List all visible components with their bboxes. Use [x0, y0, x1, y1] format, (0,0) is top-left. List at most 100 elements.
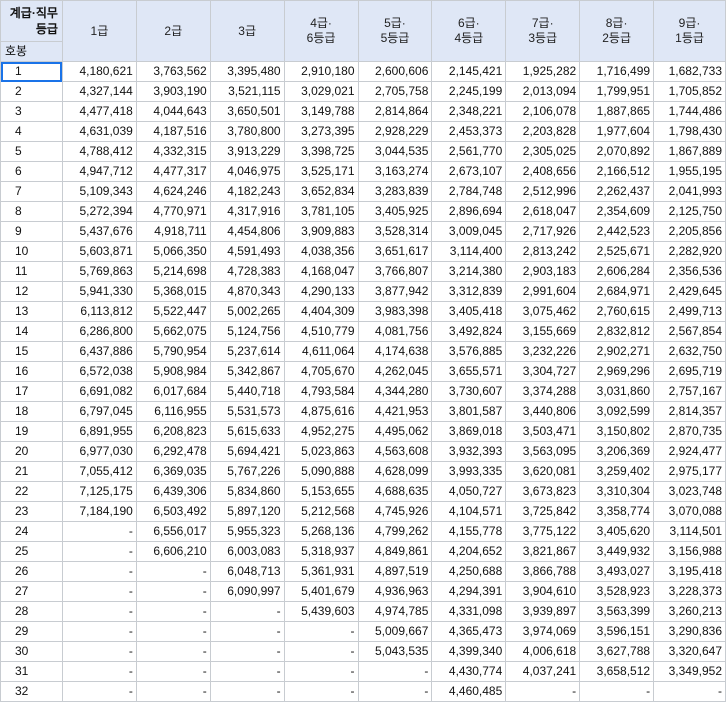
salary-cell[interactable]: 3,009,045	[431, 221, 507, 242]
salary-cell[interactable]: 2,106,078	[505, 101, 581, 122]
step-cell[interactable]: 24	[0, 521, 63, 542]
salary-cell[interactable]: 5,090,888	[283, 461, 359, 482]
column-header[interactable]: 7급· 3등급	[505, 0, 581, 62]
salary-cell[interactable]: 4,454,806	[209, 221, 285, 242]
salary-cell[interactable]: 4,745,926	[357, 501, 433, 522]
salary-cell[interactable]: 7,125,175	[61, 481, 137, 502]
salary-cell[interactable]: 2,684,971	[579, 281, 655, 302]
salary-cell[interactable]: 3,869,018	[431, 421, 507, 442]
salary-cell[interactable]: 6,017,684	[135, 381, 211, 402]
step-cell[interactable]: 17	[0, 381, 63, 402]
salary-cell[interactable]: -	[61, 661, 137, 682]
salary-cell[interactable]: 4,510,779	[283, 321, 359, 342]
salary-cell[interactable]: 2,705,758	[357, 81, 433, 102]
salary-cell[interactable]: 5,694,421	[209, 441, 285, 462]
salary-cell[interactable]: 4,050,727	[431, 481, 507, 502]
salary-cell[interactable]: 2,814,357	[653, 401, 726, 422]
step-cell[interactable]: 21	[0, 461, 63, 482]
salary-cell[interactable]: -	[209, 601, 285, 622]
salary-cell[interactable]: 5,440,718	[209, 381, 285, 402]
salary-cell[interactable]: 4,182,243	[209, 181, 285, 202]
salary-cell[interactable]: 5,342,867	[209, 361, 285, 382]
step-cell[interactable]: 12	[0, 281, 63, 302]
salary-cell[interactable]: 2,013,094	[505, 81, 581, 102]
salary-cell[interactable]: 2,928,229	[357, 121, 433, 142]
salary-cell[interactable]: 6,556,017	[135, 521, 211, 542]
salary-cell[interactable]: 3,763,562	[135, 61, 211, 82]
salary-cell[interactable]: 4,262,045	[357, 361, 433, 382]
salary-cell[interactable]: 4,793,584	[283, 381, 359, 402]
salary-cell[interactable]: 5,439,603	[283, 601, 359, 622]
salary-cell[interactable]: 2,606,284	[579, 261, 655, 282]
salary-cell[interactable]: 2,896,694	[431, 201, 507, 222]
step-cell[interactable]: 22	[0, 481, 63, 502]
salary-cell[interactable]: 4,046,975	[209, 161, 285, 182]
salary-cell[interactable]: -	[357, 661, 433, 682]
salary-cell[interactable]: 2,814,864	[357, 101, 433, 122]
salary-cell[interactable]: 4,849,861	[357, 541, 433, 562]
salary-cell[interactable]: 2,561,770	[431, 141, 507, 162]
salary-cell[interactable]: 3,273,395	[283, 121, 359, 142]
salary-cell[interactable]: 2,757,167	[653, 381, 726, 402]
salary-cell[interactable]: 4,290,133	[283, 281, 359, 302]
step-cell[interactable]: 8	[0, 201, 63, 222]
salary-cell[interactable]: 1,887,865	[579, 101, 655, 122]
salary-cell[interactable]: 3,983,398	[357, 301, 433, 322]
salary-cell[interactable]: 5,955,323	[209, 521, 285, 542]
salary-cell[interactable]: 4,038,356	[283, 241, 359, 262]
salary-cell[interactable]: 2,354,609	[579, 201, 655, 222]
salary-cell[interactable]: 3,029,021	[283, 81, 359, 102]
salary-cell[interactable]: 3,214,380	[431, 261, 507, 282]
salary-cell[interactable]: 3,652,834	[283, 181, 359, 202]
salary-cell[interactable]: 6,439,306	[135, 481, 211, 502]
salary-cell[interactable]: 3,993,335	[431, 461, 507, 482]
salary-cell[interactable]: 5,941,330	[61, 281, 137, 302]
salary-cell[interactable]: -	[505, 681, 581, 702]
salary-cell[interactable]: 2,673,107	[431, 161, 507, 182]
salary-cell[interactable]: 2,166,512	[579, 161, 655, 182]
salary-cell[interactable]: 6,691,082	[61, 381, 137, 402]
salary-cell[interactable]: 3,092,599	[579, 401, 655, 422]
step-cell[interactable]: 18	[0, 401, 63, 422]
step-cell[interactable]: 14	[0, 321, 63, 342]
salary-cell[interactable]: 2,203,828	[505, 121, 581, 142]
salary-cell[interactable]: 3,563,095	[505, 441, 581, 462]
salary-cell[interactable]: 3,150,802	[579, 421, 655, 442]
salary-cell[interactable]: 4,327,144	[61, 81, 137, 102]
salary-cell[interactable]: 4,104,571	[431, 501, 507, 522]
salary-cell[interactable]: 4,250,688	[431, 561, 507, 582]
salary-cell[interactable]: 3,821,867	[505, 541, 581, 562]
salary-cell[interactable]: 7,184,190	[61, 501, 137, 522]
salary-cell[interactable]: 4,952,275	[283, 421, 359, 442]
salary-cell[interactable]: 3,673,823	[505, 481, 581, 502]
salary-cell[interactable]: 4,591,493	[209, 241, 285, 262]
salary-cell[interactable]: 4,870,343	[209, 281, 285, 302]
salary-cell[interactable]: 3,655,571	[431, 361, 507, 382]
salary-cell[interactable]: 3,114,400	[431, 241, 507, 262]
salary-cell[interactable]: 1,798,430	[653, 121, 726, 142]
salary-cell[interactable]: 3,576,885	[431, 341, 507, 362]
salary-cell[interactable]: 4,624,246	[135, 181, 211, 202]
salary-cell[interactable]: 6,572,038	[61, 361, 137, 382]
salary-cell[interactable]: 5,023,863	[283, 441, 359, 462]
salary-cell[interactable]: 6,090,997	[209, 581, 285, 602]
step-cell[interactable]: 29	[0, 621, 63, 642]
column-header[interactable]: 8급· 2등급	[579, 0, 655, 62]
step-cell[interactable]: 9	[0, 221, 63, 242]
salary-cell[interactable]: 3,304,727	[505, 361, 581, 382]
column-header[interactable]: 6급· 4등급	[431, 0, 507, 62]
salary-cell[interactable]: 4,006,618	[505, 641, 581, 662]
salary-cell[interactable]: 4,180,621	[61, 61, 137, 82]
salary-cell[interactable]: 4,918,711	[135, 221, 211, 242]
salary-cell[interactable]: 4,875,616	[283, 401, 359, 422]
salary-cell[interactable]: 4,404,309	[283, 301, 359, 322]
salary-cell[interactable]: 2,991,604	[505, 281, 581, 302]
salary-cell[interactable]: 3,228,373	[653, 581, 726, 602]
salary-cell[interactable]: -	[135, 681, 211, 702]
salary-cell[interactable]: 5,437,676	[61, 221, 137, 242]
salary-cell[interactable]: 5,615,633	[209, 421, 285, 442]
salary-cell[interactable]: -	[283, 681, 359, 702]
salary-cell[interactable]: 3,440,806	[505, 401, 581, 422]
salary-cell[interactable]: 3,766,807	[357, 261, 433, 282]
salary-cell[interactable]: 3,775,122	[505, 521, 581, 542]
